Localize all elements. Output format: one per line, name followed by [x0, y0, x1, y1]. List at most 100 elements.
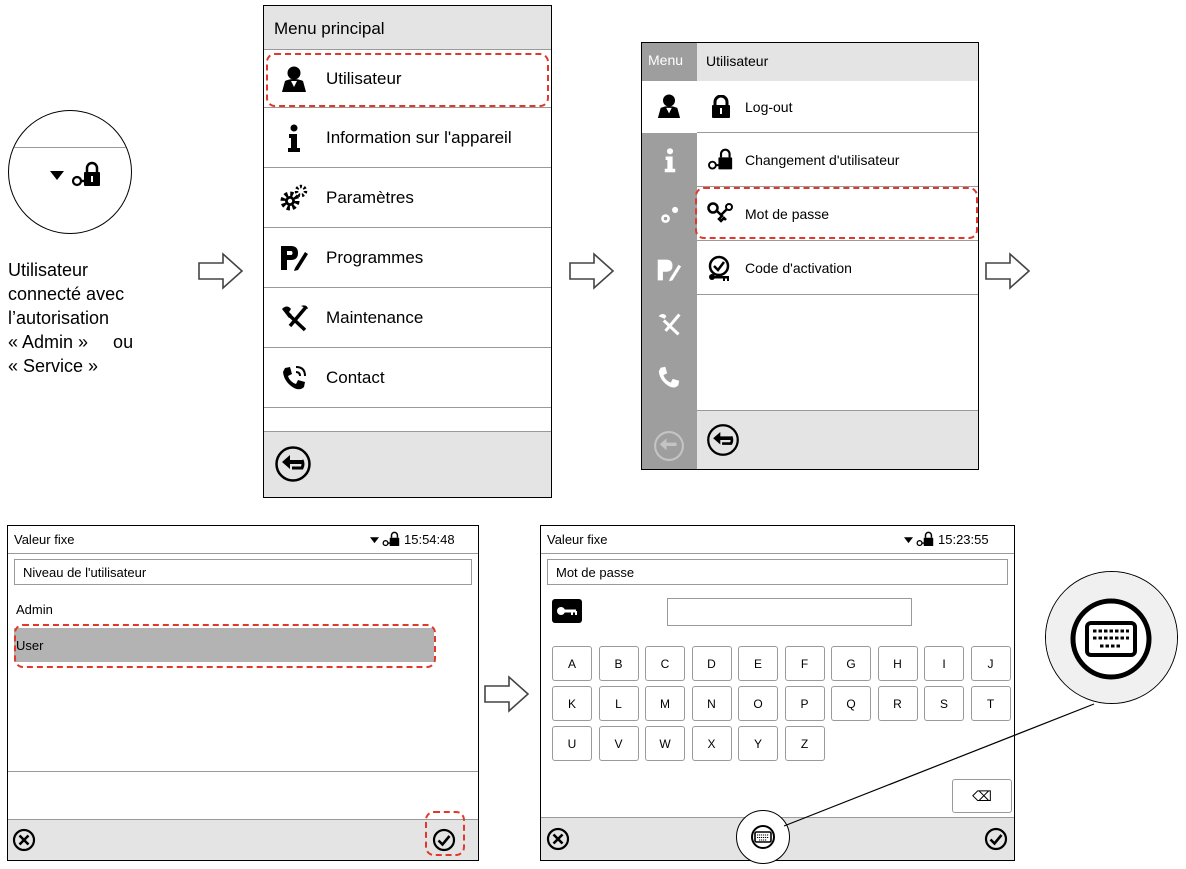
- user-menu-header: Utilisateur: [697, 43, 978, 82]
- header-title: Valeur fixe: [14, 532, 75, 547]
- user-icon: [657, 94, 681, 118]
- info-icon: [276, 108, 312, 167]
- menu-item-label: Information sur l'appareil: [326, 127, 512, 147]
- back-icon[interactable]: [274, 445, 312, 483]
- dropdown-triangle-icon[interactable]: [904, 537, 913, 544]
- dropdown-triangle-icon[interactable]: [370, 537, 379, 544]
- menu-item-parametres[interactable]: Paramètres: [264, 168, 551, 228]
- header-title: Valeur fixe: [547, 532, 608, 547]
- program-pen-icon: [276, 228, 312, 287]
- key-f[interactable]: F: [784, 646, 825, 681]
- key-lock-icon[interactable]: [916, 531, 935, 548]
- user-menu-footer: [697, 410, 978, 469]
- menu-item-label: Maintenance: [326, 307, 424, 327]
- key-lock-icon[interactable]: [382, 531, 401, 548]
- key-lock-icon: [703, 133, 739, 186]
- main-menu-panel: Menu principal Utilisateur Information s…: [263, 5, 552, 498]
- menu-item-log-out[interactable]: Log-out: [697, 81, 978, 133]
- key-h[interactable]: H: [877, 646, 918, 681]
- bottom-divider: [8, 771, 478, 772]
- key-b[interactable]: B: [598, 646, 639, 681]
- key-x[interactable]: X: [691, 726, 732, 761]
- back-icon: [654, 431, 684, 461]
- page-title: Utilisateur: [706, 53, 769, 69]
- magnifier-header-line: [9, 147, 131, 148]
- keyboard-magnifier: [1045, 571, 1178, 704]
- flow-arrow-icon: [484, 675, 530, 713]
- confirm-icon[interactable]: [984, 827, 1008, 851]
- key-v[interactable]: V: [598, 726, 639, 761]
- key-c[interactable]: C: [645, 646, 685, 681]
- annotation-text: Utilisateur connecté avec l’autorisation…: [8, 258, 188, 378]
- key-o[interactable]: O: [738, 686, 778, 721]
- section-title: Niveau de l'utilisateur: [23, 565, 147, 580]
- clock-time: 15:54:48: [404, 532, 455, 547]
- flow-arrow-icon: [985, 252, 1031, 290]
- menu-item-label: Contact: [326, 367, 385, 387]
- side-menu-label: Menu: [648, 52, 684, 68]
- main-menu-footer: [264, 431, 551, 497]
- annotation-line: l’autorisation: [8, 308, 110, 328]
- option-label: Admin: [16, 602, 53, 617]
- key-i[interactable]: I: [924, 646, 964, 681]
- key-j[interactable]: J: [970, 646, 1011, 681]
- key-n[interactable]: N: [691, 686, 732, 721]
- menu-item-maintenance[interactable]: Maintenance: [264, 288, 551, 348]
- keyboard-icon: [751, 825, 775, 849]
- flow-arrow-icon: [198, 252, 244, 290]
- menu-item-changement-utilisateur[interactable]: Changement d'utilisateur: [697, 133, 978, 187]
- key-w[interactable]: W: [645, 726, 685, 761]
- annotation-line: « Admin » ou: [8, 332, 134, 352]
- key-k[interactable]: K: [552, 686, 592, 721]
- phone-icon[interactable]: [656, 364, 682, 390]
- dropdown-triangle-icon: [50, 171, 64, 180]
- key-y[interactable]: Y: [738, 726, 778, 761]
- key-d[interactable]: D: [691, 646, 732, 681]
- key-l[interactable]: L: [598, 686, 639, 721]
- gears-icon[interactable]: [656, 203, 682, 229]
- key-a[interactable]: A: [552, 646, 592, 681]
- keyboard-icon: [1070, 598, 1152, 680]
- password-key-icon: [552, 599, 582, 623]
- tools-icon[interactable]: [656, 311, 682, 337]
- info-icon[interactable]: [663, 147, 677, 173]
- user-menu-panel: Menu Utilisateur Log-out Changement d'ut…: [641, 42, 979, 470]
- selection-highlight: [14, 624, 436, 668]
- tools-icon: [276, 288, 312, 347]
- back-icon[interactable]: [706, 423, 740, 457]
- lock-icon: [703, 81, 739, 132]
- cancel-icon[interactable]: [546, 827, 570, 851]
- selection-highlight: [695, 187, 978, 239]
- user-level-footer: [8, 819, 478, 860]
- cancel-icon[interactable]: [12, 828, 36, 852]
- key-m[interactable]: M: [645, 686, 685, 721]
- user-level-panel: Valeur fixe 15:54:48 Niveau de l'utilisa…: [7, 525, 479, 861]
- flow-arrow-icon: [569, 252, 615, 290]
- menu-item-programmes[interactable]: Programmes: [264, 228, 551, 288]
- activation-code-icon: [703, 241, 739, 294]
- menu-item-label: Log-out: [745, 98, 793, 115]
- gears-icon: [276, 168, 312, 227]
- program-pen-icon[interactable]: [656, 257, 682, 283]
- menu-item-label: Code d'activation: [745, 259, 852, 276]
- section-header: Niveau de l'utilisateur: [14, 559, 472, 585]
- section-header: Mot de passe: [547, 559, 1008, 585]
- key-u[interactable]: U: [552, 726, 592, 761]
- annotation-line: connecté avec: [8, 284, 125, 304]
- option-admin[interactable]: Admin: [14, 596, 472, 620]
- key-g[interactable]: G: [831, 646, 871, 681]
- key-e[interactable]: E: [738, 646, 778, 681]
- menu-item-label: Changement d'utilisateur: [745, 151, 900, 168]
- main-menu-header: Menu principal: [264, 6, 551, 50]
- menu-item-code-activation[interactable]: Code d'activation: [697, 241, 978, 295]
- password-input[interactable]: [667, 598, 912, 626]
- phone-icon: [276, 348, 312, 407]
- status-header: Valeur fixe 15:54:48: [8, 526, 478, 554]
- menu-item-contact[interactable]: Contact: [264, 348, 551, 408]
- annotation-line: « Service »: [8, 356, 99, 376]
- side-item-active[interactable]: [642, 81, 697, 133]
- status-header: Valeur fixe 15:23:55: [541, 526, 1014, 554]
- clock-time: 15:23:55: [938, 532, 989, 547]
- menu-item-label: Programmes: [326, 247, 424, 267]
- menu-item-information[interactable]: Information sur l'appareil: [264, 108, 551, 168]
